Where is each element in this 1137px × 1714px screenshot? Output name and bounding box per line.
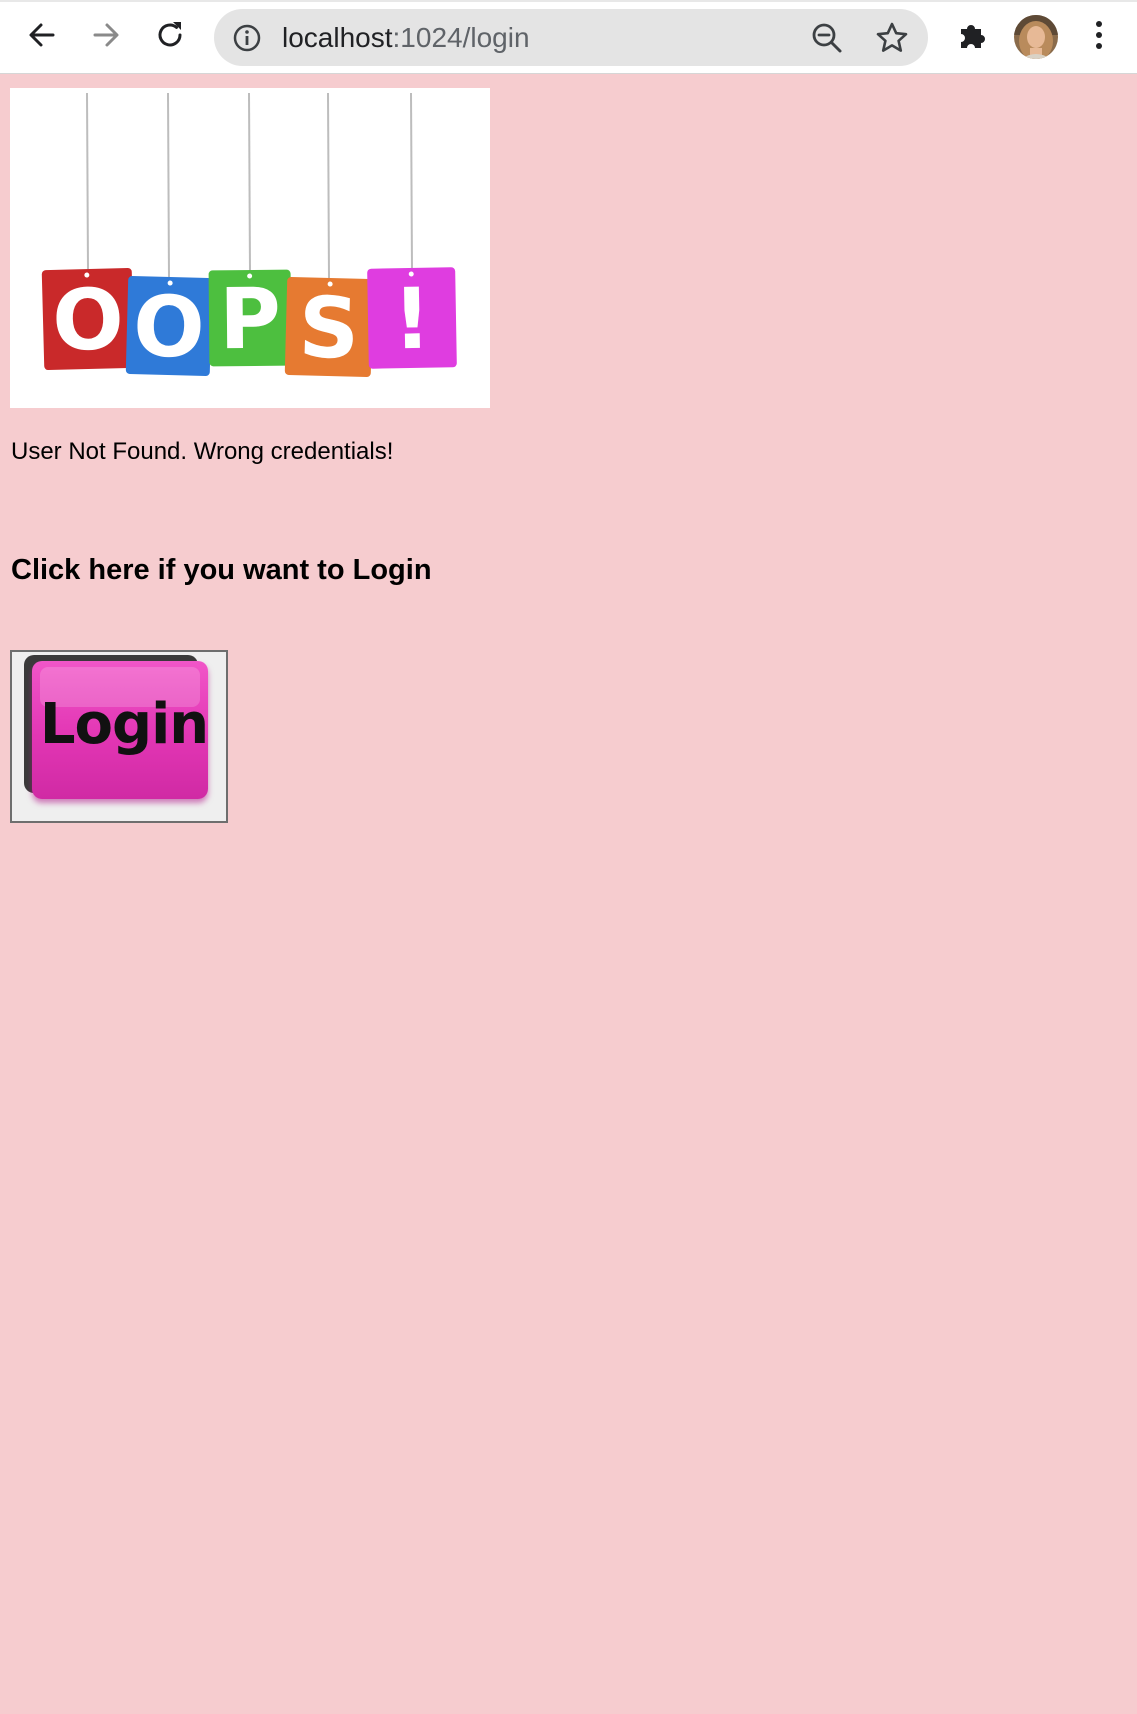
- browser-toolbar: localhost:1024/login: [0, 0, 1137, 74]
- tag-letter: O: [51, 270, 125, 370]
- address-bar[interactable]: localhost:1024/login: [214, 9, 928, 66]
- login-prompt-heading: Click here if you want to Login: [11, 554, 432, 586]
- reload-button[interactable]: [145, 10, 195, 60]
- login-button-graphic: Login: [24, 655, 216, 805]
- toolbar-top-border: [0, 0, 1137, 2]
- browser-menu-button[interactable]: [1074, 10, 1124, 60]
- puzzle-icon: [961, 25, 985, 48]
- oops-tag: !: [367, 267, 457, 369]
- profile-avatar[interactable]: [1014, 15, 1058, 59]
- tag-string: [410, 92, 413, 271]
- tag-string: [327, 92, 330, 281]
- url-text[interactable]: localhost:1024/login: [282, 9, 530, 66]
- avatar-image: [1014, 15, 1058, 59]
- kebab-menu-icon: [1096, 21, 1102, 49]
- back-button[interactable]: [17, 10, 67, 60]
- oops-banner-graphic: O O P S!: [41, 92, 457, 378]
- star-icon[interactable]: [874, 20, 910, 56]
- oops-tag: P: [208, 269, 292, 369]
- tag-letter: S: [297, 278, 360, 378]
- zoom-out-icon[interactable]: [810, 21, 844, 55]
- info-icon[interactable]: [232, 23, 262, 53]
- error-message: User Not Found. Wrong credentials!: [11, 438, 394, 465]
- tag-string: [248, 92, 251, 273]
- oops-banner-image: O O P S!: [10, 88, 490, 408]
- extensions-button[interactable]: [947, 10, 997, 60]
- oops-tag: O: [41, 267, 135, 371]
- tag-letter: P: [219, 270, 281, 369]
- tag-letter: !: [392, 270, 432, 369]
- url-path: :1024/login: [392, 22, 530, 53]
- reload-icon: [158, 22, 182, 47]
- login-button[interactable]: Login: [10, 650, 228, 823]
- tag-letter: O: [132, 277, 206, 377]
- url-host: localhost: [282, 22, 393, 53]
- arrow-left-icon: [29, 23, 55, 47]
- arrow-right-icon: [93, 23, 119, 47]
- login-button-label: Login: [39, 692, 209, 757]
- forward-button[interactable]: [81, 10, 131, 60]
- oops-tag: O: [125, 276, 213, 377]
- oops-tag: S: [284, 276, 374, 378]
- tag-string: [167, 92, 170, 280]
- tag-string: [86, 92, 89, 272]
